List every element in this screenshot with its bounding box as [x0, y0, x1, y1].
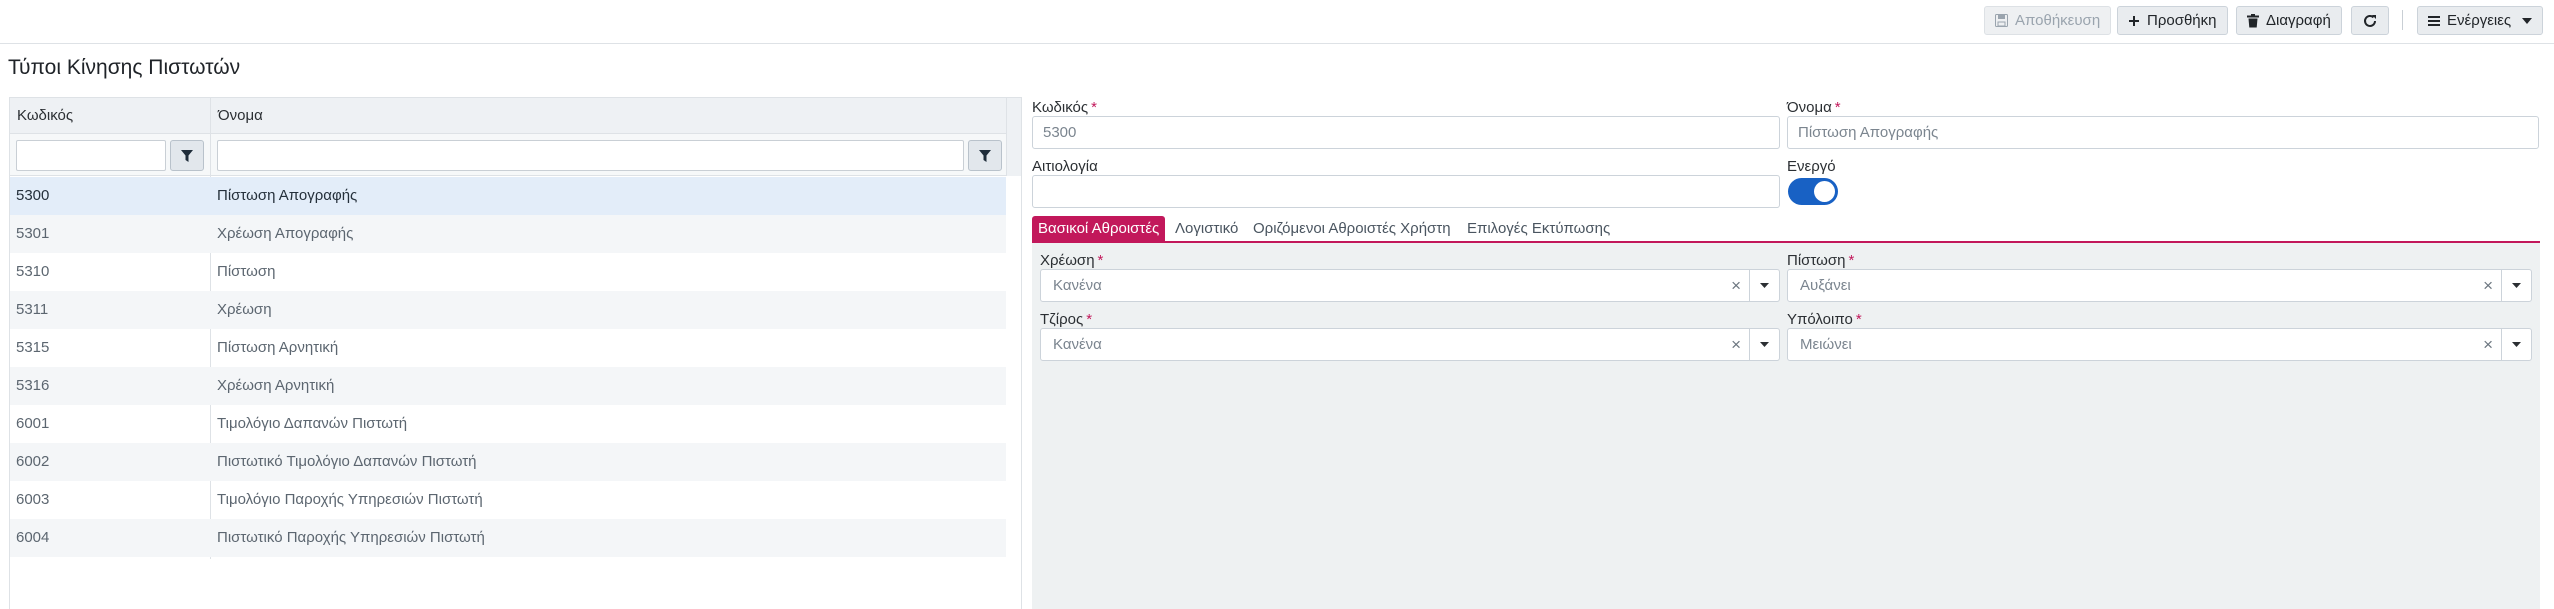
- delete-button-label: Διαγραφή: [2266, 12, 2331, 29]
- save-button[interactable]: Αποθήκευση: [1984, 6, 2112, 35]
- row-code-cell: 6004: [16, 529, 50, 546]
- delete-button[interactable]: Διαγραφή: [2236, 6, 2342, 35]
- row-name-cell: Πίστωση Απογραφής: [217, 187, 358, 204]
- turnover-select[interactable]: Κανένα ×: [1040, 328, 1780, 361]
- actions-menu-button[interactable]: Ενέργειες: [2417, 6, 2544, 35]
- debit-select-value: Κανένα: [1053, 277, 1102, 294]
- trash-icon: [2247, 13, 2259, 27]
- turnover-select-value: Κανένα: [1053, 336, 1102, 353]
- row-name-cell: Πιστωτικό Τιμολόγιο Δαπανών Πιστωτή: [217, 453, 477, 470]
- chevron-down-icon[interactable]: [2501, 329, 2531, 360]
- tab-basic-totals[interactable]: Βασικοί Αθροιστές: [1032, 216, 1166, 241]
- chevron-down-icon[interactable]: [1749, 270, 1779, 301]
- row-code-cell: 6001: [16, 415, 50, 432]
- save-button-label: Αποθήκευση: [2015, 12, 2101, 29]
- clear-icon[interactable]: ×: [1731, 270, 1741, 301]
- tab-user-totals[interactable]: Οριζόμενοι Αθροιστές Χρήστη: [1247, 216, 1457, 241]
- grid-body: 5300 Πίστωση Απογραφής 5301 Χρέωση Απογραφή…: [10, 177, 1006, 557]
- turnover-label: Τζίρος *: [1040, 311, 1093, 328]
- debit-label: Χρέωση *: [1040, 252, 1104, 269]
- balance-select[interactable]: Μειώνει ×: [1787, 328, 2532, 361]
- save-icon: [1995, 14, 2008, 27]
- debit-select[interactable]: Κανένα ×: [1040, 269, 1780, 302]
- filter-icon: [181, 149, 193, 162]
- table-row[interactable]: 6001 Τιμολόγιο Δαπανών Πιστωτή: [10, 405, 1006, 443]
- add-button-label: Προσθήκη: [2147, 12, 2217, 29]
- row-code-cell: 5316: [16, 377, 50, 394]
- balance-label: Υπόλοιπο *: [1787, 311, 1862, 328]
- active-label: Ενεργό: [1787, 158, 1836, 175]
- code-field[interactable]: 5300: [1032, 116, 1780, 149]
- table-row[interactable]: 5311 Χρέωση: [10, 291, 1006, 329]
- row-code-cell: 5301: [16, 225, 50, 242]
- table-row[interactable]: 5316 Χρέωση Αρνητική: [10, 367, 1006, 405]
- code-filter-button[interactable]: [170, 140, 204, 171]
- row-name-cell: Τιμολόγιο Δαπανών Πιστωτή: [217, 415, 408, 432]
- row-code-cell: 5311: [16, 301, 49, 318]
- row-code-cell: 6002: [16, 453, 50, 470]
- name-field[interactable]: Πίστωση Απογραφής: [1787, 116, 2539, 149]
- tab-print-options[interactable]: Επιλογές Εκτύπωσης: [1461, 216, 1616, 241]
- clear-icon[interactable]: ×: [2483, 270, 2493, 301]
- toolbar-divider: [2402, 10, 2403, 30]
- page-title: Τύποι Κίνησης Πιστωτών: [8, 56, 241, 79]
- row-name-cell: Χρέωση: [217, 301, 272, 318]
- refresh-button[interactable]: [2351, 6, 2389, 35]
- row-name-cell: Πιστωτικό Παροχής Υπηρεσιών Πιστωτή: [217, 529, 485, 546]
- add-button[interactable]: Προσθήκη: [2117, 6, 2228, 35]
- row-name-cell: Χρέωση Απογραφής: [217, 225, 354, 242]
- row-code-cell: 5300: [16, 187, 50, 204]
- row-name-cell: Πίστωση: [217, 263, 276, 280]
- code-label: Κωδικός *: [1032, 99, 1097, 116]
- credit-select[interactable]: Αυξάνει ×: [1787, 269, 2532, 302]
- code-filter-input[interactable]: [16, 140, 166, 171]
- name-filter-input[interactable]: [217, 140, 964, 171]
- top-toolbar: Αποθήκευση Προσθήκη Διαγραφή Ενέργειες: [0, 0, 2554, 44]
- clear-icon[interactable]: ×: [1731, 329, 1741, 360]
- tab-accounting[interactable]: Λογιστικό: [1169, 216, 1244, 241]
- panel-divider: [1021, 97, 1022, 609]
- refresh-icon: [2364, 14, 2376, 27]
- column-header-code[interactable]: Κωδικός: [10, 98, 73, 134]
- actions-menu-label: Ενέργειες: [2447, 12, 2512, 29]
- chevron-down-icon[interactable]: [2501, 270, 2531, 301]
- grid-header: Κωδικός Όνομα: [10, 98, 1006, 134]
- name-label: Όνομα *: [1787, 99, 1841, 116]
- list-grid: Κωδικός Όνομα 5300 Πίστωση Απογραφής 5301 Χ…: [9, 97, 1022, 609]
- row-name-cell: Χρέωση Αρνητική: [217, 377, 335, 394]
- row-code-cell: 6003: [16, 491, 50, 508]
- row-code-cell: 5310: [16, 263, 50, 280]
- filter-icon: [979, 149, 991, 162]
- reason-field[interactable]: [1032, 175, 1780, 208]
- table-row[interactable]: 6003 Τιμολόγιο Παροχής Υπηρεσιών Πιστωτή: [10, 481, 1006, 519]
- grid-scrollbar-cap: [1006, 98, 1022, 176]
- active-toggle[interactable]: [1788, 178, 1838, 205]
- credit-select-value: Αυξάνει: [1800, 277, 1851, 294]
- table-row[interactable]: 5300 Πίστωση Απογραφής: [10, 177, 1006, 215]
- tab-bar: Βασικοί Αθροιστές Λογιστικό Οριζόμενοι Α…: [1032, 216, 2540, 243]
- plus-icon: [2129, 15, 2139, 26]
- toggle-knob: [1814, 181, 1835, 202]
- name-filter-button[interactable]: [968, 140, 1002, 171]
- chevron-down-icon[interactable]: [1749, 329, 1779, 360]
- row-name-cell: Τιμολόγιο Παροχής Υπηρεσιών Πιστωτή: [217, 491, 483, 508]
- row-name-cell: Πίστωση Αρνητική: [217, 339, 339, 356]
- menu-icon: [2428, 15, 2440, 26]
- table-row[interactable]: 5301 Χρέωση Απογραφής: [10, 215, 1006, 253]
- clear-icon[interactable]: ×: [2483, 329, 2493, 360]
- reason-label: Αιτιολογία: [1032, 158, 1098, 175]
- table-row[interactable]: 5315 Πίστωση Αρνητική: [10, 329, 1006, 367]
- filter-row: [10, 134, 1006, 176]
- column-header-name[interactable]: Όνομα: [211, 98, 263, 134]
- credit-label: Πίστωση *: [1787, 252, 1855, 269]
- row-code-cell: 5315: [16, 339, 50, 356]
- table-row[interactable]: 5310 Πίστωση: [10, 253, 1006, 291]
- table-row[interactable]: 6004 Πιστωτικό Παροχής Υπηρεσιών Πιστωτή: [10, 519, 1006, 557]
- caret-down-icon: [2522, 17, 2533, 24]
- balance-select-value: Μειώνει: [1800, 336, 1852, 353]
- table-row[interactable]: 6002 Πιστωτικό Τιμολόγιο Δαπανών Πιστωτή: [10, 443, 1006, 481]
